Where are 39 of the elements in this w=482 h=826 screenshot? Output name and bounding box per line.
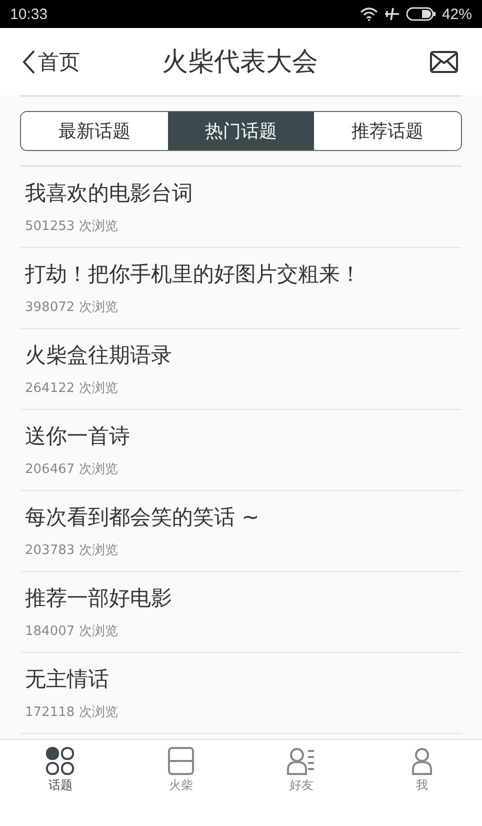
nav-tab[interactable]: 好友 bbox=[241, 740, 362, 800]
battery-percent: 42% bbox=[442, 6, 472, 22]
view-count: 501253 次浏览 bbox=[25, 218, 119, 235]
topic-title[interactable]: 我喜欢的电影台词 bbox=[25, 179, 462, 207]
mail-icon[interactable] bbox=[430, 50, 458, 72]
back-link[interactable]: 首页 bbox=[22, 48, 98, 76]
topic-title[interactable]: 送你一首诗 bbox=[25, 422, 462, 450]
battery-icon bbox=[406, 7, 436, 21]
nav-label: 好友 bbox=[289, 776, 314, 794]
back-chevron-icon bbox=[22, 48, 36, 74]
back-label: 首页 bbox=[38, 48, 80, 76]
person-icon bbox=[410, 746, 433, 774]
wifi-icon bbox=[360, 7, 378, 21]
view-count: 203783 次浏览 bbox=[25, 542, 119, 559]
topic-title[interactable]: 火柴盒往期语录 bbox=[25, 341, 462, 369]
topic-title[interactable]: 推荐一部好电影 bbox=[25, 584, 462, 612]
contacts-icon bbox=[287, 746, 316, 774]
view-count: 398072 次浏览 bbox=[25, 299, 119, 316]
nav-tab[interactable]: 话题 bbox=[0, 740, 120, 800]
view-count: 172118 次浏览 bbox=[25, 704, 119, 721]
topic-title[interactable]: 无主情话 bbox=[25, 665, 462, 693]
nav-tab[interactable]: 火柴 bbox=[120, 740, 241, 800]
page-title: 火柴代表大会 bbox=[162, 46, 318, 79]
box-icon bbox=[166, 746, 195, 774]
nav-label: 火柴 bbox=[168, 776, 193, 794]
airplane-icon bbox=[384, 7, 400, 21]
topic-title[interactable]: 每次看到都会笑的笑话 ~ bbox=[25, 503, 462, 531]
view-count: 264122 次浏览 bbox=[25, 380, 119, 397]
status-time: 10:33 bbox=[10, 6, 48, 22]
topic-title[interactable]: 打劫！把你手机里的好图片交粗来！ bbox=[25, 260, 462, 288]
grid-icon bbox=[46, 746, 74, 774]
tab[interactable]: 最新话题 bbox=[21, 112, 168, 150]
view-count: 206467 次浏览 bbox=[25, 461, 119, 478]
nav-tab[interactable]: 我 bbox=[362, 740, 482, 800]
view-count: 184007 次浏览 bbox=[25, 623, 119, 640]
tab[interactable]: 热门话题 bbox=[168, 112, 314, 150]
nav-label: 话题 bbox=[48, 776, 72, 794]
nav-label: 我 bbox=[416, 776, 428, 794]
tab[interactable]: 推荐话题 bbox=[314, 112, 461, 150]
